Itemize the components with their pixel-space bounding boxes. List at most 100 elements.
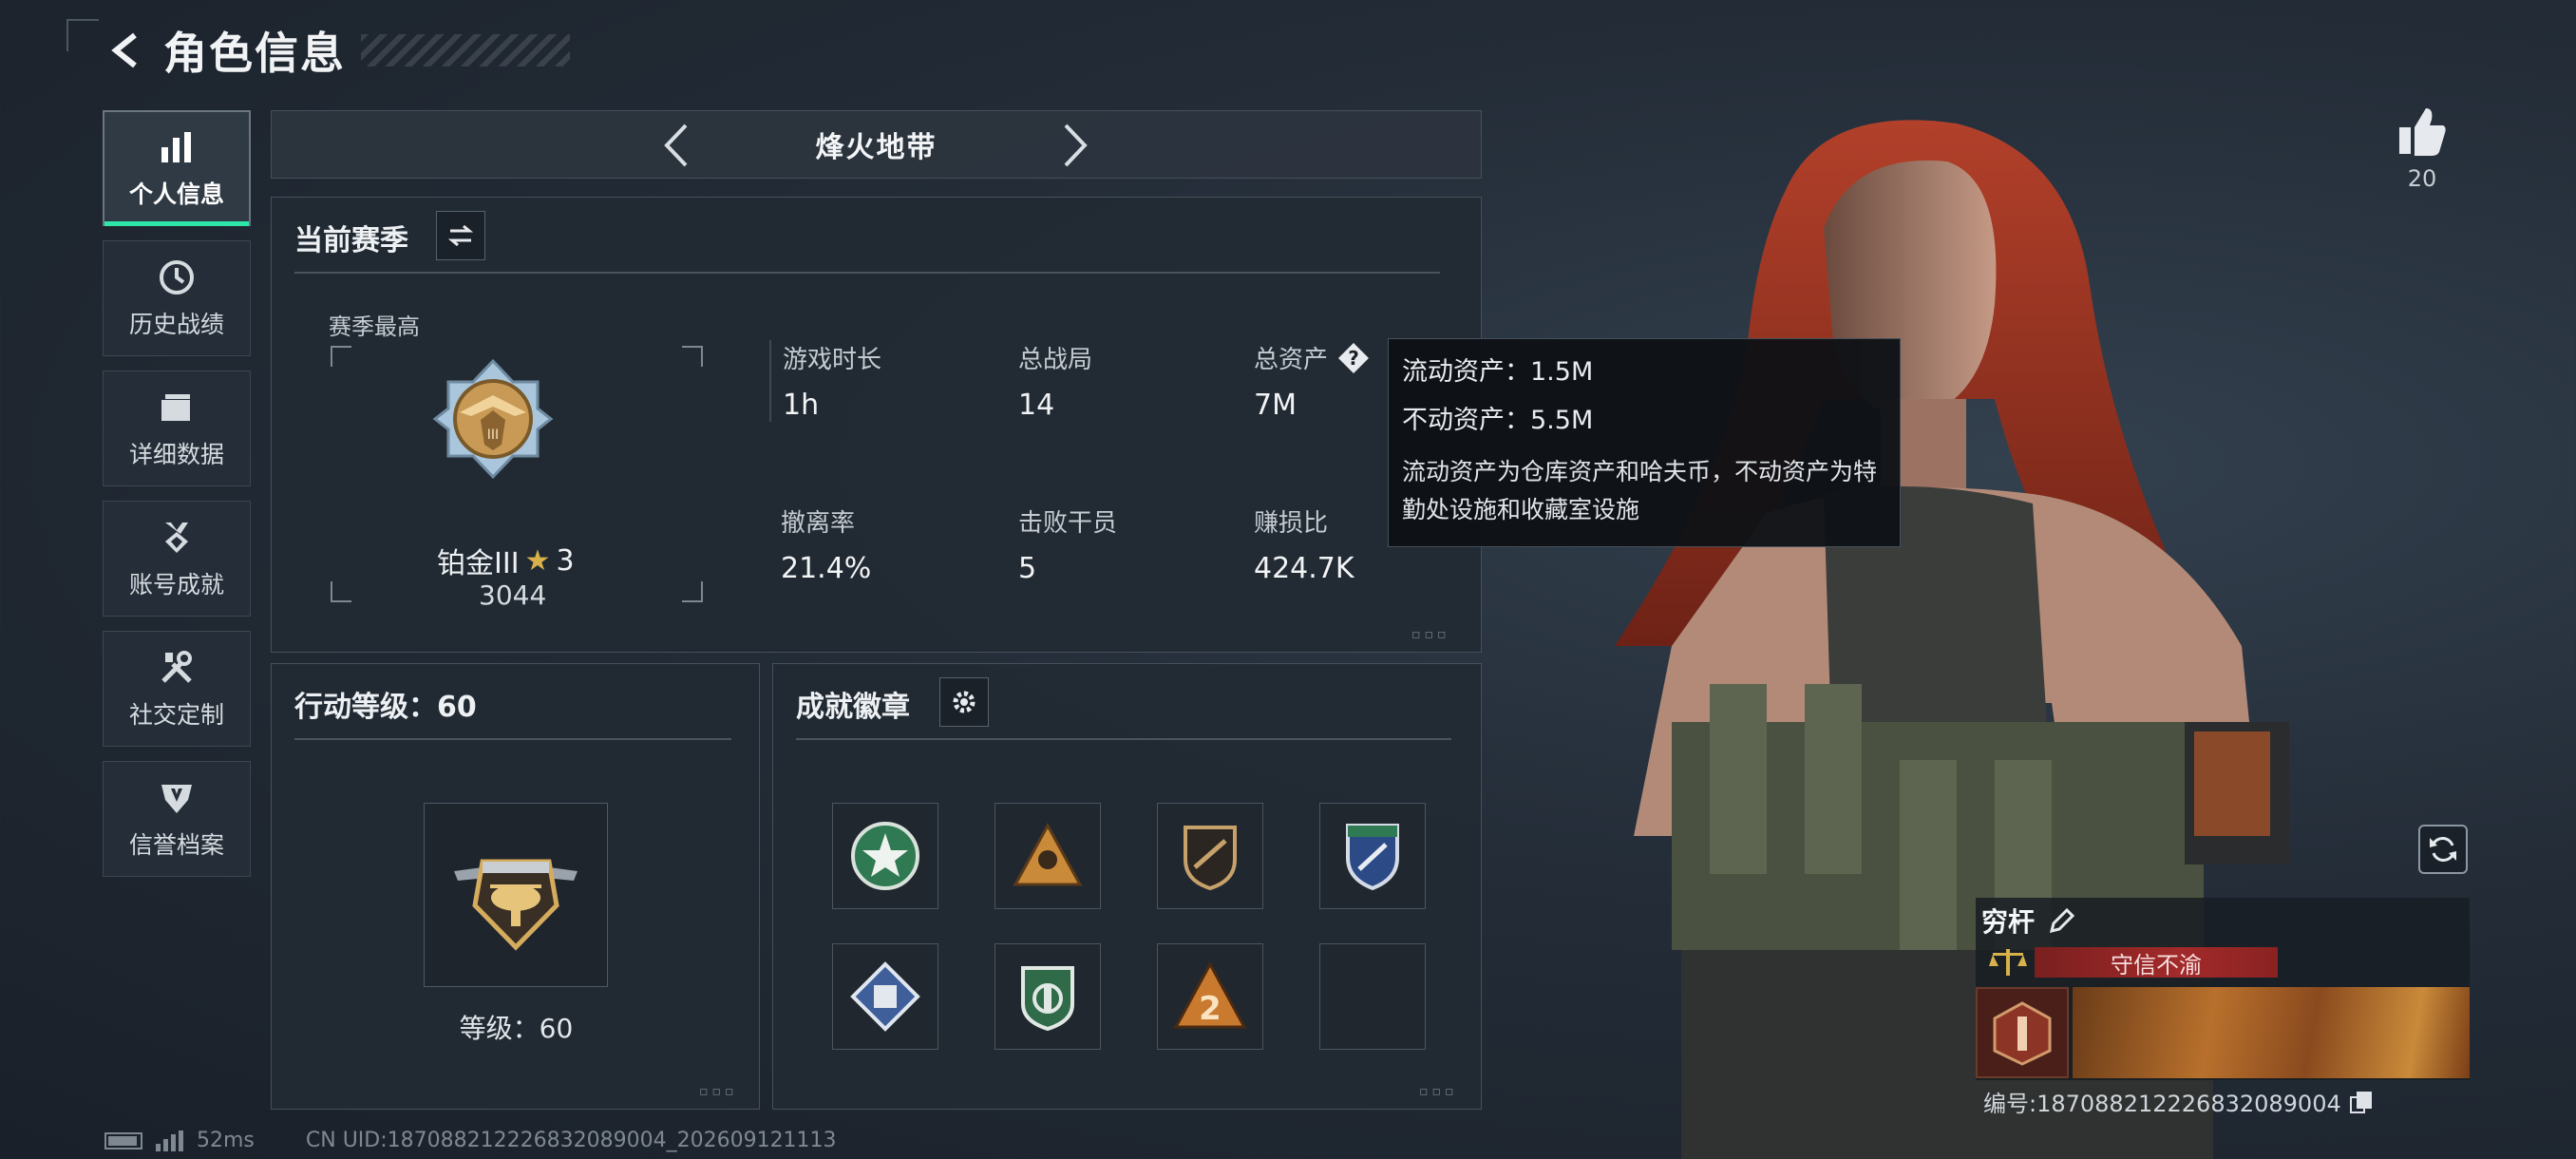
copy-icon[interactable] bbox=[2349, 1090, 2374, 1114]
stat-label: 赚损比 bbox=[1254, 509, 1329, 538]
back-arrow-icon[interactable] bbox=[104, 28, 150, 73]
ping-value: 52ms bbox=[197, 1129, 255, 1152]
level-emblem-frame bbox=[424, 803, 608, 987]
stat-label: 游戏时长 bbox=[783, 346, 882, 374]
edit-pencil-icon[interactable] bbox=[2048, 906, 2076, 935]
sidebar-item-personal-info[interactable]: 个人信息 bbox=[103, 110, 251, 226]
stat-value: 5 bbox=[1018, 552, 1037, 585]
reputation-card-icon bbox=[1976, 987, 2069, 1078]
like-widget[interactable]: 20 bbox=[2394, 104, 2451, 192]
rank-points: 3044 bbox=[479, 580, 547, 611]
liquid-assets-label: 流动资产： bbox=[1402, 357, 1530, 387]
svg-text:2: 2 bbox=[1199, 990, 1222, 1028]
scales-icon bbox=[1989, 945, 2027, 979]
chevron-right-icon[interactable] bbox=[1052, 121, 1100, 170]
player-uid-row: 编号:187088212226832089004 bbox=[1983, 1085, 2374, 1118]
panel-corner-decoration: ▫▫▫ bbox=[1411, 627, 1450, 642]
rank-stars: 3 bbox=[556, 543, 575, 578]
number-two-badge-icon: 2 bbox=[1173, 960, 1247, 1029]
badge-settings-button[interactable] bbox=[939, 677, 989, 727]
green-star-badge-icon bbox=[851, 822, 919, 890]
refresh-button[interactable] bbox=[2418, 825, 2468, 874]
signal-icon bbox=[156, 1130, 183, 1151]
stat-value: 21.4% bbox=[781, 552, 872, 585]
frame-corner bbox=[682, 346, 703, 367]
rank-name: 铂金III bbox=[437, 547, 520, 580]
badge-slot[interactable] bbox=[832, 943, 938, 1050]
diamond-badge-icon bbox=[850, 961, 920, 1032]
page-title: 角色信息 bbox=[163, 28, 346, 79]
motto-badge: 守信不渝 bbox=[2035, 947, 2278, 978]
stat-value: 7M bbox=[1254, 389, 1297, 422]
player-uid: 编号:187088212226832089004 bbox=[1983, 1091, 2341, 1117]
player-card: 穷杆 守信不渝 bbox=[1976, 898, 2470, 1080]
season-title: 当前赛季 bbox=[294, 224, 408, 257]
badge-slot[interactable] bbox=[1319, 803, 1426, 909]
stat-value: 1h bbox=[783, 389, 820, 422]
sidebar-item-reputation[interactable]: 信誉档案 bbox=[103, 761, 251, 877]
sidebar-item-social[interactable]: 社交定制 bbox=[103, 631, 251, 747]
badge-slot-empty[interactable] bbox=[1319, 943, 1426, 1050]
rank-emblem-icon: III bbox=[431, 357, 555, 484]
stat-play-time: 游戏时长 1h bbox=[769, 340, 881, 422]
frame-corner bbox=[331, 581, 351, 602]
player-name-row: 穷杆 bbox=[1981, 902, 2076, 940]
tooltip-description: 流动资产为仓库资产和哈夫币，不动资产为特勤处设施和收藏室设施 bbox=[1402, 458, 1878, 523]
refresh-icon bbox=[2430, 837, 2456, 862]
status-bar: 52ms CN UID:187088212226832089004_202609… bbox=[104, 1129, 837, 1152]
rifle-shield-badge-icon bbox=[1184, 826, 1237, 891]
clock-icon bbox=[156, 256, 198, 298]
sidebar-item-label: 社交定制 bbox=[128, 701, 224, 729]
tooltip-fixed-row: 不动资产：5.5M bbox=[1402, 399, 1886, 436]
fixed-assets-label: 不动资产： bbox=[1402, 406, 1530, 435]
badge-panel: 成就徽章 2 ▫▫▫ bbox=[772, 663, 1482, 1110]
sidebar-item-history[interactable]: 历史战绩 bbox=[103, 240, 251, 356]
like-count: 20 bbox=[2407, 165, 2437, 192]
corner-bracket-decoration bbox=[66, 19, 99, 51]
stat-label: 撤离率 bbox=[781, 509, 856, 538]
season-best-label: 赛季最高 bbox=[329, 314, 420, 340]
stat-extraction-rate: 撤离率 21.4% bbox=[769, 504, 871, 585]
tooltip-liquid-row: 流动资产：1.5M bbox=[1402, 351, 1886, 388]
panel-corner-decoration: ▫▫▫ bbox=[1419, 1084, 1458, 1099]
badges-title: 成就徽章 bbox=[796, 691, 910, 724]
swap-season-button[interactable] bbox=[436, 211, 485, 260]
swap-arrows-icon bbox=[447, 224, 474, 247]
folder-icon bbox=[156, 387, 198, 428]
green-crest-badge-icon bbox=[1021, 966, 1074, 1032]
stat-total-matches: 总战局 14 bbox=[1007, 340, 1092, 422]
battery-icon bbox=[104, 1131, 142, 1150]
sidebar: 个人信息 历史战绩 详细数据 账号成就 社交定制 信誉档案 bbox=[103, 110, 251, 891]
panel-corner-decoration: ▫▫▫ bbox=[699, 1084, 738, 1099]
stat-value: 424.7K bbox=[1254, 552, 1354, 585]
chevron-left-icon[interactable] bbox=[652, 121, 699, 170]
stat-operators-defeated: 击败干员 5 bbox=[1007, 504, 1117, 585]
mode-selector: 烽火地带 bbox=[271, 110, 1482, 179]
badge-slot[interactable] bbox=[994, 803, 1101, 909]
frame-corner bbox=[331, 346, 351, 367]
header: 角色信息 bbox=[104, 21, 346, 80]
level-title: 行动等级：60 bbox=[294, 691, 477, 724]
rank-name-row: 铂金III ★ 3 bbox=[437, 540, 665, 581]
stat-label: 击败干员 bbox=[1018, 509, 1118, 538]
sidebar-item-label: 账号成就 bbox=[128, 571, 224, 598]
badge-slot[interactable] bbox=[994, 943, 1101, 1050]
thumbs-up-icon[interactable] bbox=[2396, 104, 2449, 158]
card-banner-image bbox=[2073, 987, 2470, 1078]
sidebar-item-label: 历史战绩 bbox=[128, 311, 224, 338]
stat-label: 总战局 bbox=[1018, 346, 1093, 374]
mode-title: 烽火地带 bbox=[815, 131, 938, 164]
help-icon[interactable]: ? bbox=[1337, 342, 1370, 374]
sidebar-item-achievements[interactable]: 账号成就 bbox=[103, 501, 251, 617]
badge-slot[interactable] bbox=[832, 803, 938, 909]
star-icon: ★ bbox=[524, 543, 551, 578]
divider bbox=[294, 272, 1440, 274]
divider bbox=[796, 738, 1451, 740]
badge-slot[interactable] bbox=[1157, 803, 1263, 909]
frame-corner bbox=[682, 581, 703, 602]
sidebar-item-details[interactable]: 详细数据 bbox=[103, 370, 251, 486]
level-label: 等级：60 bbox=[459, 1013, 574, 1044]
badge-slot[interactable]: 2 bbox=[1157, 943, 1263, 1050]
season-panel: 当前赛季 赛季最高 III 铂金III ★ 3 3044 游戏时长 1h 总战局… bbox=[271, 197, 1482, 653]
stat-profit-loss-ratio: 赚损比 424.7K bbox=[1242, 504, 1354, 585]
